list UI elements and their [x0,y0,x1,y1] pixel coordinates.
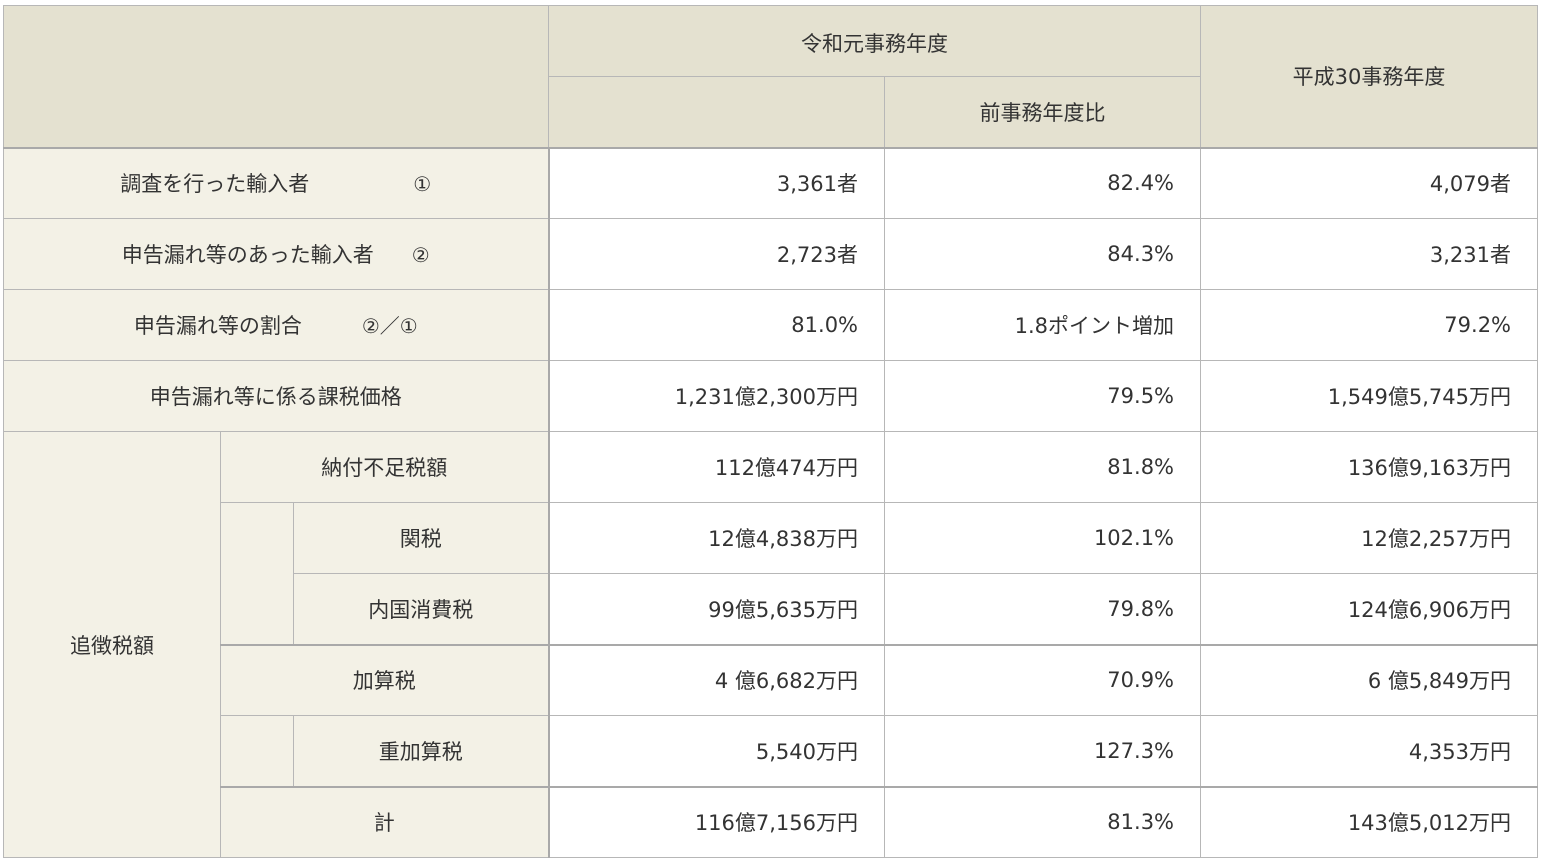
row-current: 112億474万円 [547,431,886,503]
ratio-mark: ②／① [361,314,418,338]
row-label: 計 [219,785,550,858]
row-prev: 6 億5,849万円 [1200,643,1539,716]
row-label: 重加算税 [292,715,550,787]
row-prev: 1,549億5,745万円 [1200,360,1539,432]
penalty-group-label: 追徴税額 [3,431,221,858]
row-ratio: 102.1% [884,502,1202,574]
row-current: 4 億6,682万円 [547,643,886,716]
row-ratio: 70.9% [884,643,1202,716]
row-prev: 3,231者 [1200,218,1539,290]
row-prev: 79.2% [1200,289,1539,361]
row-current: 1,231億2,300万円 [547,360,886,432]
row-current: 12億4,838万円 [547,502,886,574]
indent-spacer [220,715,294,787]
row-label: 関税 [292,502,550,574]
row-ratio: 1.8ポイント増加 [884,289,1202,361]
header-current-year: 令和元事務年度 [548,5,1202,77]
row-current: 81.0% [547,289,886,361]
row-current: 116億7,156万円 [547,785,886,858]
row-prev: 124億6,906万円 [1200,573,1539,645]
row-prev: 4,353万円 [1200,715,1539,787]
row-prev: 143億5,012万円 [1200,785,1539,858]
row-label-text: 申告漏れ等のあった輸入者 [121,243,374,267]
header-prev-year: 平成30事務年度 [1200,5,1539,148]
header-ratio: 前事務年度比 [884,76,1202,148]
row-ratio: 84.3% [884,218,1202,290]
indent-spacer [220,502,294,645]
row-label-text: 申告漏れ等の割合 [133,314,302,338]
row-prev: 4,079者 [1200,146,1539,219]
row-label: 申告漏れ等の割合 ②／① [2,289,550,361]
row-label: 申告漏れ等に係る課税価格 [2,360,550,432]
row-label-text: 調査を行った輸入者 [120,172,310,197]
row-current: 99億5,635万円 [547,573,886,645]
row-ratio: 79.5% [884,360,1202,432]
row-current: 2,723者 [547,218,886,290]
circled-number-2: ② [411,243,430,267]
header-blank [2,5,550,148]
row-current: 5,540万円 [547,715,886,787]
row-label: 調査を行った輸入者 ① [2,146,550,219]
row-ratio: 81.3% [884,785,1202,858]
row-label: 申告漏れ等のあった輸入者 ② [2,218,550,290]
header-current-blank [548,76,886,148]
row-ratio: 81.8% [884,431,1202,503]
row-prev: 12億2,257万円 [1200,502,1539,574]
row-ratio: 79.8% [884,573,1202,645]
row-label: 内国消費税 [292,573,550,645]
row-current: 3,361者 [547,146,886,219]
row-prev: 136億9,163万円 [1200,431,1539,503]
row-ratio: 127.3% [884,715,1202,787]
row-label: 加算税 [219,643,550,716]
row-label: 納付不足税額 [219,431,550,503]
customs-investigation-table: 令和元事務年度 平成30事務年度 前事務年度比 調査を行った輸入者 ① 3,361… [2,5,1539,858]
row-ratio: 82.4% [884,146,1202,219]
circled-number-1: ① [413,172,432,197]
